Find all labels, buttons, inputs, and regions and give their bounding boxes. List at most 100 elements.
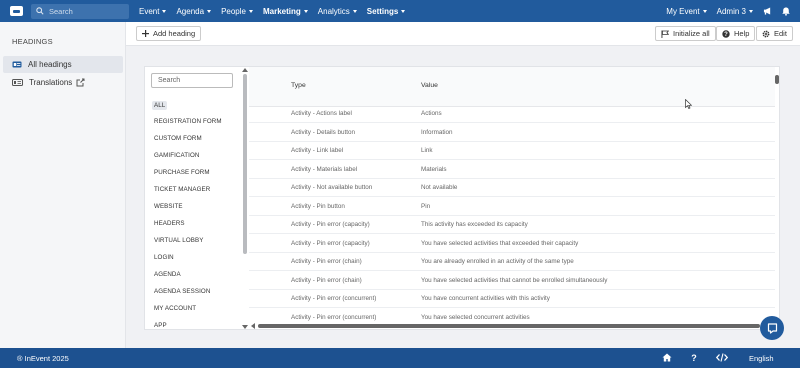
scroll-thumb[interactable] [775, 75, 779, 84]
row-type: Activity - Pin error (concurrent) [291, 295, 377, 302]
row-value: Pin [421, 202, 431, 210]
chevron-down-icon [162, 9, 167, 13]
flag-icon [661, 30, 669, 38]
category-item[interactable]: ALL [152, 101, 168, 110]
nav-analytics[interactable]: Analytics [318, 7, 357, 16]
row-type: Activity - Pin error (chain) [291, 276, 362, 284]
category-search-placeholder: Search [158, 77, 181, 84]
table-row[interactable]: Activity - Link label Link [249, 142, 775, 160]
chevron-down-icon [207, 9, 212, 13]
table-row[interactable]: Activity - Pin error (capacity) You have … [249, 235, 775, 253]
category-item[interactable]: GAMIFICATION [154, 152, 199, 159]
nav-event-label: Event [139, 6, 160, 16]
category-item[interactable]: VIRTUAL LOBBY [154, 237, 203, 244]
chat-button[interactable] [760, 316, 784, 340]
home-icon[interactable] [662, 353, 672, 364]
row-type: Activity - Pin error (capacity) [291, 221, 370, 228]
edit-button[interactable]: Edit [756, 26, 793, 41]
question-circle-icon: ? [722, 29, 730, 38]
nav-people-label: People [221, 6, 246, 16]
sidebar-item-translations[interactable]: Translations [3, 74, 123, 91]
table-row[interactable]: Activity - Pin error (chain) You have sel… [249, 272, 775, 290]
search-icon [36, 7, 44, 15]
initialize-all-label: Initialize all [673, 29, 710, 38]
sidebar-item-all-headings[interactable]: All headings [3, 56, 123, 73]
table-row[interactable]: Activity - Pin error (concurrent) You hav… [249, 290, 775, 308]
category-item[interactable]: MY ACCOUNT [154, 305, 196, 312]
row-value: You have selected concurrent activities [421, 313, 530, 321]
table-horizontal-scrollbar[interactable] [249, 322, 775, 330]
help-button[interactable]: ? Help [716, 26, 756, 41]
category-item[interactable]: LOGIN [154, 254, 174, 261]
search-input[interactable]: Search [31, 3, 129, 19]
nav-event[interactable]: Event [139, 6, 167, 16]
category-item[interactable]: PURCHASE FORM [154, 169, 210, 176]
my-event-dropdown[interactable]: My Event [666, 6, 707, 16]
category-search-input[interactable]: Search [151, 73, 233, 88]
scroll-left-arrow-icon[interactable] [251, 323, 255, 329]
table-row[interactable]: Activity - Pin error (chain) You are alre… [249, 253, 775, 271]
row-value: This activity has exceeded its capacity [421, 221, 528, 228]
row-value: You have concurrent activities with this… [421, 295, 550, 302]
table-row[interactable]: Activity - Not available button Not avail… [249, 179, 775, 197]
bell-icon[interactable] [782, 7, 790, 16]
add-heading-button[interactable]: Add heading [136, 26, 202, 41]
question-icon[interactable]: ? [691, 353, 697, 364]
scroll-up-arrow-icon[interactable] [242, 68, 248, 72]
chevron-down-icon [401, 9, 406, 13]
category-item[interactable]: AGENDA SESSION [154, 288, 210, 295]
sidebar-title: HEADINGS [12, 37, 53, 46]
category-item[interactable]: APP [154, 322, 167, 329]
initialize-all-button[interactable]: Initialize all [655, 26, 716, 41]
category-item[interactable]: TICKET MANAGER [154, 186, 210, 193]
id-card-icon [12, 61, 22, 68]
category-item[interactable]: HEADERS [154, 220, 185, 227]
table-row[interactable]: Activity - Pin error (concurrent) You hav… [249, 309, 775, 324]
category-item[interactable]: WEBSITE [154, 203, 183, 210]
table-vertical-scrollbar[interactable] [775, 67, 780, 329]
toolbar: Add heading Initialize all ? Help Edit [126, 22, 800, 46]
scroll-down-arrow-icon[interactable] [242, 325, 248, 329]
my-event-label: My Event [666, 6, 700, 16]
row-type: Activity - Details button [291, 128, 356, 136]
category-item[interactable]: REGISTRATION FORM [154, 118, 222, 125]
nav-agenda[interactable]: Agenda [176, 7, 212, 16]
category-scrollbar[interactable] [242, 67, 248, 329]
language-selector[interactable]: English [749, 354, 774, 363]
table-row[interactable]: Activity - Materials label Materials [249, 161, 775, 179]
table-row[interactable]: Activity - Actions label Actions [249, 105, 775, 123]
nav-marketing[interactable]: Marketing [263, 7, 308, 16]
category-item[interactable]: AGENDA [154, 271, 181, 278]
admin-dropdown[interactable]: Admin 3 [717, 7, 753, 16]
table-row[interactable]: Activity - Pin error (capacity) This acti… [249, 216, 775, 234]
code-icon[interactable] [715, 353, 729, 364]
row-type: Activity - Not available button [291, 184, 373, 191]
row-type: Activity - Pin error (concurrent) [291, 313, 377, 321]
headings-table: Type Value Activity - Actions label Actio… [249, 67, 775, 323]
row-type: Activity - Pin error (chain) [291, 258, 362, 265]
nav-people[interactable]: People [221, 7, 253, 16]
row-value: You have selected activities that cannot… [421, 276, 608, 284]
sidebar: HEADINGS All headings Translations [0, 22, 126, 348]
column-header-value[interactable]: Value [421, 82, 438, 89]
table-row[interactable]: Activity - Details button Information [249, 124, 775, 142]
category-item[interactable]: CUSTOM FORM [154, 135, 202, 142]
nav-settings-label: Settings [366, 6, 399, 16]
megaphone-icon[interactable] [763, 7, 772, 15]
column-header-type[interactable]: Type [291, 82, 306, 89]
chevron-down-icon [749, 9, 753, 13]
sidebar-item-label: All headings [28, 60, 72, 69]
table-row[interactable]: Activity - Pin button Pin [249, 198, 775, 216]
chevron-down-icon [352, 9, 357, 13]
admin-label: Admin 3 [716, 6, 746, 16]
inevent-logo[interactable] [10, 6, 23, 16]
nav-right: My Event Admin 3 [666, 0, 800, 22]
scroll-thumb[interactable] [243, 74, 247, 254]
scroll-thumb[interactable] [258, 324, 760, 328]
nav-settings[interactable]: Settings [367, 7, 406, 16]
row-type: Activity - Actions label [291, 110, 352, 117]
svg-text:?: ? [691, 353, 697, 362]
row-value: Actions [421, 110, 442, 117]
gear-icon [762, 30, 770, 37]
search-placeholder: Search [49, 6, 73, 16]
